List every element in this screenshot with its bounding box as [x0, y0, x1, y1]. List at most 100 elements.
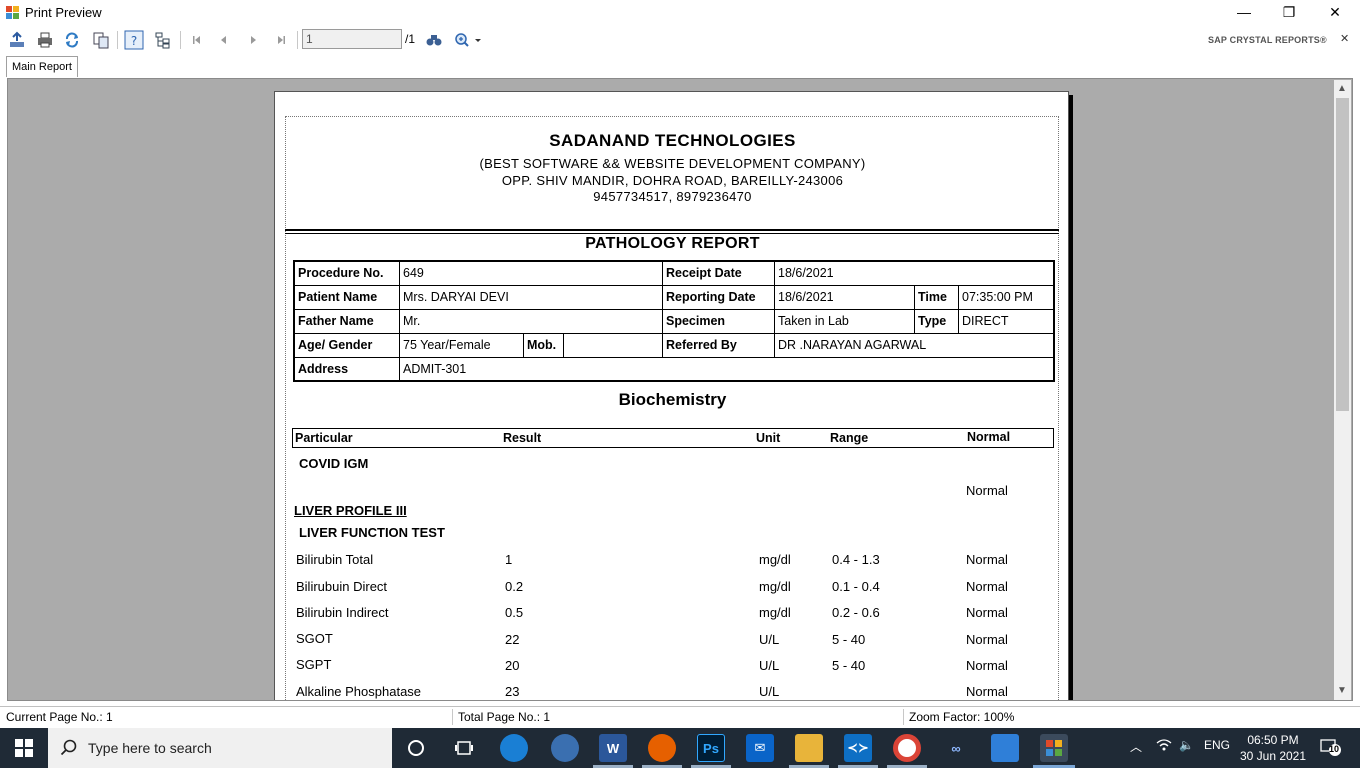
row-particular: SGOT [296, 631, 333, 646]
type-label: Type [915, 310, 959, 334]
close-view-icon[interactable]: ✕ [1340, 32, 1349, 45]
column-normal: Normal [967, 430, 1011, 444]
taskbar-search-input[interactable]: Type here to search [48, 728, 392, 768]
copy-icon[interactable] [90, 29, 112, 51]
column-particular: Particular [295, 431, 353, 445]
row-normal: Normal [966, 579, 1008, 594]
edge-browser-icon[interactable] [500, 734, 528, 762]
row-range: 0.2 - 0.6 [832, 605, 880, 620]
file-explorer-icon[interactable] [795, 734, 823, 762]
status-separator [903, 709, 904, 725]
profile-heading: LIVER PROFILE III [294, 503, 407, 518]
test-group-covid: COVID IGM [299, 456, 369, 471]
specimen-label: Specimen [663, 310, 775, 334]
report-viewer[interactable]: SADANAND TECHNOLOGIES (BEST SOFTWARE && … [7, 78, 1353, 701]
row-range: 5 - 40 [832, 658, 866, 673]
mobile-value [564, 334, 663, 358]
age-gender-value: 75 Year/Female [400, 334, 524, 358]
row-range: 5 - 40 [832, 632, 866, 647]
status-separator [452, 709, 453, 725]
referred-by-value: DR .NARAYAN AGARWAL [775, 334, 1053, 358]
scroll-up-icon[interactable]: ▲ [1337, 83, 1347, 94]
vscode-icon[interactable]: ≺≻ [844, 734, 872, 762]
title-bar: Print Preview — ❐ ✕ [0, 0, 1360, 25]
close-button[interactable]: ✕ [1312, 0, 1358, 25]
address-value: ADMIT-301 [403, 362, 467, 376]
row-particular: Bilirubin Total [296, 552, 374, 567]
window-title: Print Preview [25, 5, 102, 20]
mail-icon[interactable]: ✉ [746, 734, 774, 762]
receipt-date-value: 18/6/2021 [775, 262, 1053, 286]
photoshop-icon[interactable]: Ps [697, 734, 725, 762]
specimen-value: Taken in Lab [775, 310, 915, 334]
zoom-dropdown[interactable] [452, 29, 484, 51]
row-result: 1 [505, 552, 513, 567]
current-page-status: Current Page No.: 1 [6, 710, 113, 724]
volume-icon[interactable]: 🔈 [1179, 738, 1194, 752]
row-unit: U/L [759, 632, 780, 647]
row-range: 0.1 - 0.4 [832, 579, 880, 594]
row-unit: mg/dl [759, 605, 791, 620]
cortana-icon[interactable] [402, 734, 430, 762]
receipt-date-label: Receipt Date [663, 262, 775, 286]
print-icon[interactable] [34, 29, 56, 51]
minimize-button[interactable]: — [1221, 0, 1267, 25]
father-value: Mr. [400, 310, 663, 334]
wifi-icon[interactable] [1156, 738, 1172, 755]
chrome-icon[interactable] [893, 734, 921, 762]
tab-strip: Main Report [0, 55, 1360, 78]
patient-label: Patient Name [295, 286, 400, 310]
row-unit: mg/dl [759, 579, 791, 594]
page-total-label: /1 [405, 32, 416, 46]
next-page-icon[interactable] [242, 29, 264, 51]
taskbar: Type here to search W Ps ✉ ≺≻ ∞ ︿ 🔈 ENG … [0, 728, 1360, 768]
scroll-down-icon[interactable]: ▼ [1337, 685, 1347, 696]
taskbar-clock[interactable]: 06:50 PM 30 Jun 2021 [1238, 732, 1308, 764]
procedure-label: Procedure No. [295, 262, 400, 286]
export-icon[interactable] [6, 29, 28, 51]
row-particular: Bilirubuin Direct [296, 579, 388, 594]
search-icon [60, 739, 77, 756]
address-label: Address [295, 358, 400, 380]
vertical-scrollbar[interactable]: ▲ ▼ [1334, 80, 1351, 700]
firefox-icon[interactable] [648, 734, 676, 762]
app-icon-blue[interactable] [551, 734, 579, 762]
time-value: 07:35:00 PM [959, 286, 1053, 310]
language-indicator[interactable]: ENG [1204, 738, 1230, 752]
type-value: DIRECT [959, 310, 1053, 334]
reporting-date-value: 18/6/2021 [775, 286, 915, 310]
time-label: Time [915, 286, 959, 310]
company-tagline: (BEST SOFTWARE && WEBSITE DEVELOPMENT CO… [479, 156, 866, 171]
row-normal: Normal [966, 552, 1008, 567]
referred-by-label: Referred By [663, 334, 775, 358]
row-particular: Bilirubin Indirect [296, 605, 389, 620]
task-view-icon[interactable] [450, 734, 478, 762]
photos-icon[interactable] [991, 734, 1019, 762]
infinity-app-icon[interactable]: ∞ [942, 734, 970, 762]
scroll-thumb[interactable] [1336, 98, 1349, 411]
windows-start-icon[interactable] [0, 728, 48, 768]
previous-page-icon[interactable] [213, 29, 235, 51]
last-page-icon[interactable] [270, 29, 292, 51]
row-particular: Alkaline Phosphatase [296, 684, 422, 699]
maximize-button[interactable]: ❐ [1266, 0, 1312, 25]
row-result: 0.5 [505, 605, 524, 620]
find-icon[interactable] [423, 29, 445, 51]
column-unit: Unit [756, 431, 781, 445]
row-result: 20 [505, 658, 520, 673]
app-icon [6, 6, 19, 19]
page-number-input[interactable]: 1 [302, 29, 402, 49]
report-title: PATHOLOGY REPORT [585, 235, 760, 252]
test-heading: LIVER FUNCTION TEST [299, 525, 445, 540]
notification-count: 10 [1329, 744, 1340, 754]
active-app-icon[interactable] [1040, 734, 1068, 762]
group-tree-icon[interactable] [152, 29, 174, 51]
tab-main-report[interactable]: Main Report [6, 56, 78, 77]
refresh-icon[interactable] [61, 29, 83, 51]
first-page-icon[interactable] [186, 29, 208, 51]
tray-overflow-icon[interactable]: ︿ [1130, 738, 1142, 755]
patient-info-grid: Procedure No. 649 Receipt Date 18/6/2021… [293, 260, 1055, 382]
word-icon[interactable]: W [599, 734, 627, 762]
total-page-status: Total Page No.: 1 [458, 710, 551, 724]
help-icon[interactable]: ? [123, 29, 145, 51]
